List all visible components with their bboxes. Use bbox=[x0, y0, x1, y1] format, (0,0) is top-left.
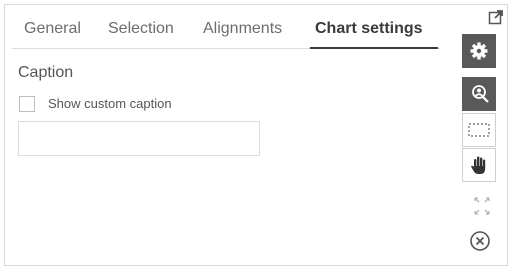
close-icon[interactable] bbox=[469, 230, 491, 252]
settings-button[interactable] bbox=[462, 34, 496, 68]
tab-general[interactable]: General bbox=[24, 20, 81, 38]
gear-icon bbox=[470, 42, 488, 60]
marquee-select-button[interactable] bbox=[462, 113, 496, 147]
caption-section-title: Caption bbox=[18, 64, 74, 81]
pan-button[interactable] bbox=[462, 148, 496, 182]
zoom-person-icon bbox=[472, 85, 489, 103]
tab-chart-settings[interactable]: Chart settings bbox=[315, 20, 423, 38]
show-custom-caption-checkbox[interactable] bbox=[19, 96, 35, 112]
tab-bar: General Selection Alignments Chart setti… bbox=[12, 10, 440, 49]
active-tab-indicator bbox=[310, 47, 438, 49]
pop-out-icon[interactable] bbox=[488, 9, 504, 25]
expand-icon[interactable] bbox=[472, 195, 492, 217]
hand-pan-icon bbox=[471, 156, 486, 174]
tab-selection[interactable]: Selection bbox=[108, 20, 174, 38]
zoom-select-button[interactable] bbox=[462, 77, 496, 111]
custom-caption-input[interactable] bbox=[18, 121, 260, 156]
marquee-select-icon bbox=[468, 123, 490, 137]
tab-alignments[interactable]: Alignments bbox=[203, 20, 282, 38]
show-custom-caption-label: Show custom caption bbox=[48, 96, 172, 111]
